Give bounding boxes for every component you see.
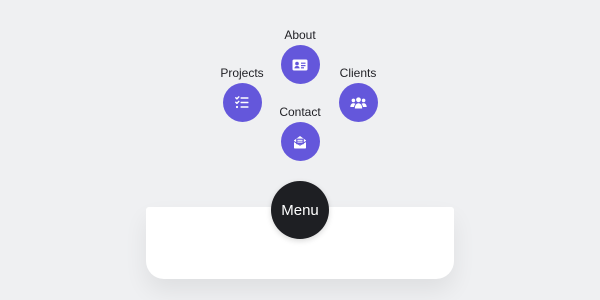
menu-item-label: Clients <box>339 66 377 80</box>
menu-item-about[interactable]: About <box>270 28 330 84</box>
menu-item-label: Contact <box>279 105 321 119</box>
about-button[interactable] <box>280 45 320 84</box>
envelope-open-icon <box>293 135 307 149</box>
checklist-icon <box>235 96 249 109</box>
id-card-icon <box>292 59 308 71</box>
menu-toggle-label: Menu <box>281 201 319 219</box>
clients-button[interactable] <box>338 83 378 122</box>
radial-menu-stage: About Projects Clients Contact Menu <box>0 0 600 300</box>
menu-item-label: Projects <box>220 66 264 80</box>
menu-item-clients[interactable]: Clients <box>328 66 388 122</box>
menu-item-projects[interactable]: Projects <box>212 66 272 122</box>
projects-button[interactable] <box>222 83 262 122</box>
contact-button[interactable] <box>280 122 320 161</box>
menu-toggle-button[interactable]: Menu <box>271 181 329 239</box>
menu-item-contact[interactable]: Contact <box>270 105 330 161</box>
users-icon <box>349 96 367 109</box>
menu-item-label: About <box>284 28 316 42</box>
